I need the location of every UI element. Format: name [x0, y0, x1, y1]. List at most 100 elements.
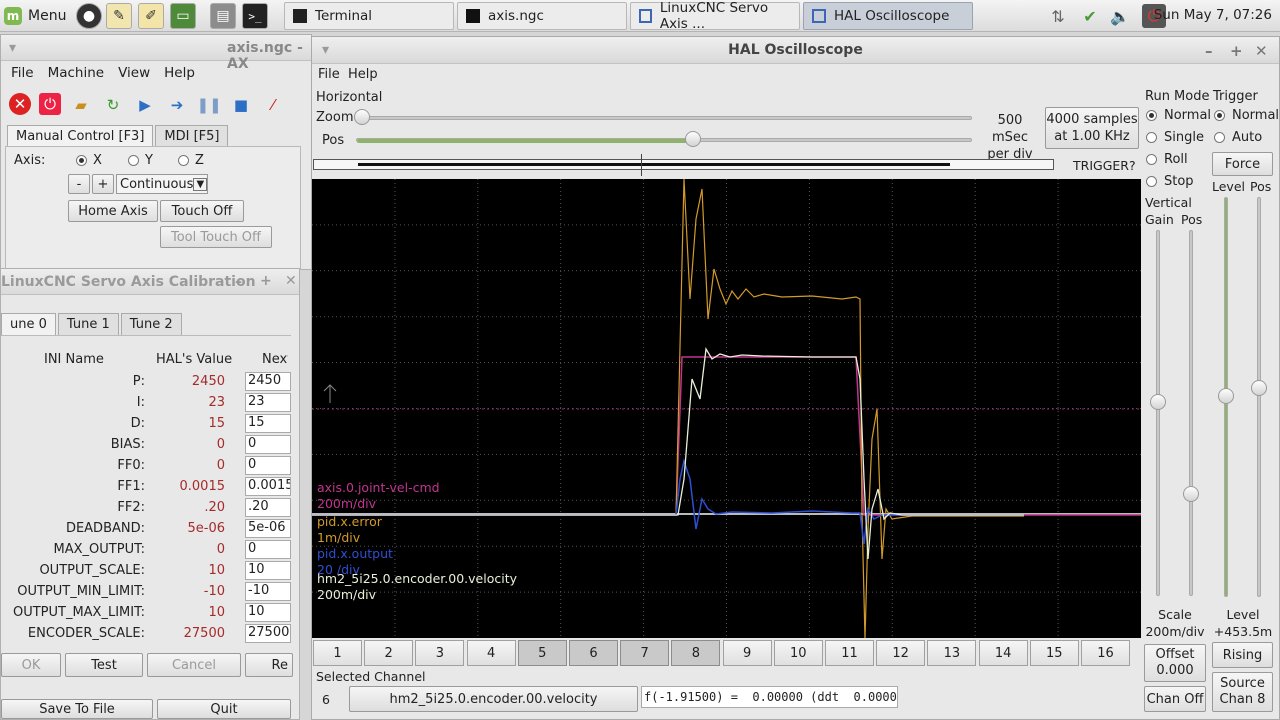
- home-axis-button[interactable]: Home Axis: [68, 200, 158, 222]
- channel-button-11[interactable]: 11: [825, 640, 874, 666]
- menu-machine[interactable]: Machine: [48, 65, 105, 81]
- tab-tune-0[interactable]: une 0: [1, 313, 56, 336]
- sample-rate-button[interactable]: 4000 samples at 1.00 KHz: [1045, 107, 1139, 149]
- tab-mdi[interactable]: MDI [F5]: [155, 125, 229, 148]
- next-value-input[interactable]: 2450: [245, 372, 291, 391]
- axis-radio-y[interactable]: Y: [128, 153, 153, 168]
- channel-button-2[interactable]: 2: [364, 640, 414, 666]
- minimize-icon[interactable]: –: [235, 274, 242, 290]
- stop-icon[interactable]: ■: [229, 93, 253, 117]
- task-hal-oscilloscope[interactable]: HAL Oscilloscope: [803, 2, 973, 30]
- channel-button-9[interactable]: 9: [722, 640, 772, 666]
- zoom-slider[interactable]: [356, 116, 972, 120]
- run-mode-single[interactable]: Single: [1146, 130, 1204, 145]
- trigger-normal[interactable]: Normal: [1214, 108, 1279, 123]
- channel-button-3[interactable]: 3: [415, 640, 465, 666]
- vertical-pos-slider[interactable]: [1189, 230, 1193, 596]
- chan-off-button[interactable]: Chan Off: [1144, 686, 1206, 712]
- channel-button-8[interactable]: 8: [671, 640, 721, 666]
- tab-tune-1[interactable]: Tune 1: [57, 313, 119, 336]
- channel-button-10[interactable]: 10: [773, 640, 823, 666]
- window-menu-icon[interactable]: ▾: [322, 42, 329, 58]
- calibration-titlebar[interactable]: LinuxCNC Servo Axis Calibration – + ✕: [1, 269, 299, 295]
- channel-button-13[interactable]: 13: [927, 640, 977, 666]
- minimize-icon[interactable]: –: [1205, 42, 1213, 60]
- ok-button[interactable]: OK: [1, 653, 61, 677]
- run-icon[interactable]: ▶: [133, 93, 157, 117]
- scope-display[interactable]: axis.0.joint-vel-cmd 200m/div pid.x.error…: [312, 179, 1141, 638]
- trigger-pos-handle[interactable]: [1251, 380, 1267, 396]
- pos-slider-handle[interactable]: [685, 131, 702, 147]
- reload-icon[interactable]: ↻: [101, 93, 125, 117]
- touch-off-button[interactable]: Touch Off: [160, 200, 244, 222]
- record-overview-bar[interactable]: [313, 154, 1054, 176]
- next-value-input[interactable]: 0.0015: [245, 477, 291, 496]
- quit-button[interactable]: Quit: [157, 699, 291, 719]
- maximize-icon[interactable]: +: [1230, 42, 1243, 60]
- next-value-input[interactable]: .20: [245, 498, 291, 517]
- channel-button-12[interactable]: 12: [876, 640, 926, 666]
- menu-help[interactable]: Help: [164, 65, 195, 81]
- step-icon[interactable]: ➔: [165, 93, 189, 117]
- start-menu-button[interactable]: m Menu: [4, 3, 66, 29]
- test-button[interactable]: Test: [65, 653, 143, 677]
- next-value-input[interactable]: -10: [245, 582, 291, 601]
- block-delete-icon[interactable]: ⁄: [261, 93, 285, 117]
- next-value-input[interactable]: 0: [245, 456, 291, 475]
- axis-radio-z[interactable]: Z: [178, 153, 204, 168]
- run-mode-normal[interactable]: Normal: [1146, 108, 1211, 123]
- task-calibration[interactable]: LinuxCNC Servo Axis ...: [630, 0, 800, 32]
- tool-touch-off-button[interactable]: Tool Touch Off: [160, 226, 272, 248]
- machine-power-icon[interactable]: ⏻: [39, 93, 61, 115]
- force-trigger-button[interactable]: Force: [1212, 152, 1273, 176]
- vertical-gain-slider[interactable]: [1156, 230, 1160, 596]
- terminal-launcher-icon[interactable]: >_: [242, 3, 268, 29]
- channel-button-16[interactable]: 16: [1081, 640, 1130, 666]
- trigger-auto[interactable]: Auto: [1214, 130, 1262, 145]
- channel-button-15[interactable]: 15: [1029, 640, 1079, 666]
- trigger-source-button[interactable]: Source Chan 8: [1212, 672, 1273, 712]
- jog-mode-select[interactable]: Continuous ▼: [116, 174, 208, 194]
- scope-titlebar[interactable]: ▾ HAL Oscilloscope – + ✕: [312, 37, 1279, 64]
- next-value-input[interactable]: 23: [245, 393, 291, 412]
- rising-edge-button[interactable]: Rising: [1212, 642, 1273, 668]
- offset-button[interactable]: Offset 0.000: [1144, 644, 1206, 682]
- close-icon[interactable]: ✕: [1255, 42, 1268, 60]
- maximize-icon[interactable]: +: [260, 273, 272, 289]
- channel-button-6[interactable]: 6: [569, 640, 618, 666]
- gimp-icon[interactable]: ✎: [106, 3, 132, 29]
- jog-minus-button[interactable]: -: [68, 174, 90, 194]
- channel-button-1[interactable]: 1: [313, 640, 362, 666]
- window-menu-icon[interactable]: ▾: [9, 40, 16, 56]
- channel-button-4[interactable]: 4: [466, 640, 516, 666]
- cancel-button[interactable]: Cancel: [147, 653, 241, 677]
- trigger-pos-slider[interactable]: [1257, 197, 1261, 597]
- text-editor-icon[interactable]: ✐: [138, 3, 164, 29]
- axis-radio-x[interactable]: X: [76, 153, 102, 168]
- trigger-level-handle[interactable]: [1218, 388, 1234, 404]
- revert-button[interactable]: Re: [245, 653, 293, 677]
- close-icon[interactable]: ✕: [285, 273, 297, 289]
- next-value-input[interactable]: 10: [245, 561, 291, 580]
- scope-menu-file[interactable]: File: [318, 67, 340, 82]
- pos-slider[interactable]: [356, 138, 972, 143]
- jog-plus-button[interactable]: +: [92, 174, 114, 194]
- menu-file[interactable]: File: [11, 65, 34, 81]
- tab-tune-2[interactable]: Tune 2: [120, 313, 182, 336]
- run-mode-roll[interactable]: Roll: [1146, 152, 1188, 167]
- open-file-icon[interactable]: ▰: [69, 93, 93, 117]
- camera-icon[interactable]: ●: [76, 3, 102, 29]
- next-value-input[interactable]: 15: [245, 414, 291, 433]
- save-to-file-button[interactable]: Save To File: [1, 699, 153, 719]
- task-axis[interactable]: axis.ngc: [457, 2, 627, 30]
- next-value-input[interactable]: 10: [245, 603, 291, 622]
- selected-channel-signal-button[interactable]: hm2_5i25.0.encoder.00.velocity: [349, 686, 638, 712]
- channel-button-14[interactable]: 14: [978, 640, 1028, 666]
- shield-icon[interactable]: ✔: [1078, 4, 1102, 28]
- channel-button-5[interactable]: 5: [517, 640, 567, 666]
- axis-titlebar[interactable]: ▾ axis.ngc - AX: [1, 35, 311, 72]
- menu-view[interactable]: View: [118, 65, 150, 81]
- run-mode-stop[interactable]: Stop: [1146, 174, 1194, 189]
- task-terminal[interactable]: Terminal: [284, 2, 454, 30]
- volume-icon[interactable]: 🔈: [1108, 4, 1132, 28]
